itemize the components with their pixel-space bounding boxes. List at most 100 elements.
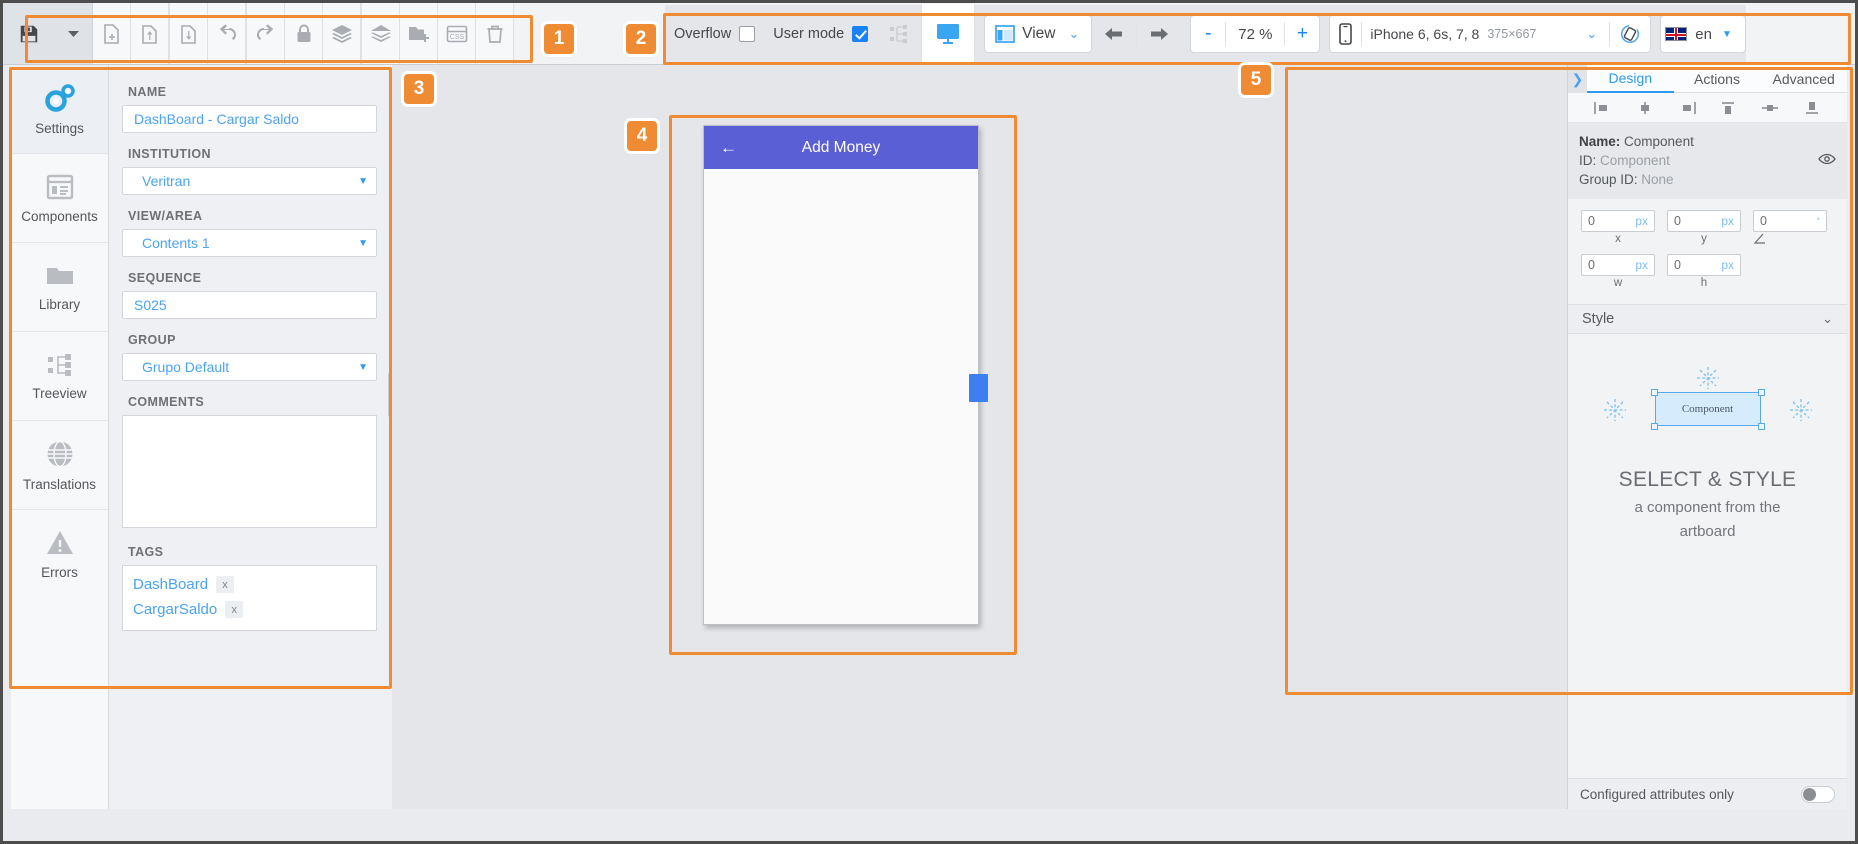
sidebar-label-library: Library [39,297,80,312]
language-selector[interactable]: en ▼ [1660,15,1746,53]
tab-design[interactable]: Design [1587,65,1674,93]
align-right-icon[interactable] [1677,101,1697,115]
device-resolution: 375×667 [1487,27,1546,41]
sidebar-item-settings[interactable]: Settings [11,65,108,154]
x-input[interactable]: 0 px [1581,210,1655,232]
layers-button[interactable] [323,3,361,64]
warning-triangle-icon [45,529,75,557]
name-input[interactable]: DashBoard - Cargar Saldo [122,105,377,133]
zoom-in-button[interactable]: + [1285,16,1319,52]
y-unit: px [1721,214,1734,228]
align-left-icon[interactable] [1593,101,1613,115]
align-top-icon[interactable] [1718,101,1738,115]
device-chevron-down-icon[interactable]: ⌄ [1574,26,1609,42]
visibility-toggle[interactable] [1818,153,1836,165]
institution-select[interactable]: Veritran ▼ [122,167,377,195]
overflow-checkbox-wrap[interactable]: Overflow [665,26,764,42]
save-dropdown-button[interactable] [55,3,93,64]
component-id-row: ID: Component [1579,151,1836,170]
view-area-caret-down-icon[interactable]: ▼ [358,238,368,249]
x-value: 0 [1588,214,1595,228]
align-bottom-icon[interactable] [1802,101,1822,115]
w-input[interactable]: 0 px [1581,254,1655,276]
comments-textarea[interactable] [122,415,377,528]
css-button[interactable]: CSS [438,3,476,64]
zoom-out-button[interactable]: - [1191,16,1225,52]
device-icon-wrap[interactable] [1330,16,1361,52]
rotate-device-icon [1619,23,1641,45]
save-button[interactable] [3,3,55,64]
redo-button[interactable] [1137,5,1181,63]
export-button[interactable] [170,3,208,64]
sidebar-item-errors[interactable]: Errors [11,510,108,599]
redo-history-button[interactable] [247,3,285,64]
tab-actions[interactable]: Actions [1674,65,1761,93]
svg-text:CSS: CSS [449,34,464,41]
inspector-collapse-button[interactable]: ❯ [1568,65,1587,93]
artboard[interactable]: ← Add Money [703,125,979,625]
user-mode-checkbox[interactable] [852,26,868,42]
align-center-horizontal-icon[interactable] [1635,101,1655,115]
properties-panel: NAME DashBoard - Cargar Saldo INSTITUTIO… [109,65,392,809]
sidebar-item-translations[interactable]: Translations [11,421,108,510]
folder-add-button[interactable] [400,3,438,64]
view-controls-group: Overflow User mode [665,5,1746,63]
user-mode-checkbox-wrap[interactable]: User mode [764,26,877,42]
configured-attributes-toggle[interactable] [1801,786,1835,803]
tree-structure-icon [888,24,910,44]
view-area-value: Contents 1 [134,235,358,251]
group-caret-down-icon[interactable]: ▼ [358,362,368,373]
tag-remove-icon[interactable]: x [225,601,243,618]
style-section-header[interactable]: Style ⌄ [1568,304,1847,334]
view-dropdown-inner[interactable]: View ⌄ [985,16,1091,52]
lock-icon [295,23,313,45]
institution-caret-down-icon[interactable]: ▼ [358,176,368,187]
sidebar-item-library[interactable]: Library [11,243,108,332]
configured-attributes-label: Configured attributes only [1580,787,1734,802]
align-middle-vertical-icon[interactable] [1760,101,1780,115]
view-area-select[interactable]: Contents 1 ▼ [122,229,377,257]
x-field-cell: 0 px x [1581,210,1655,252]
sequence-input[interactable]: S025 [122,291,377,319]
chevron-down-icon[interactable]: ⌄ [1822,311,1833,327]
tag-item[interactable]: CargarSaldo x [123,597,376,622]
tag-item[interactable]: DashBoard x [123,572,376,597]
sidebar-item-treeview[interactable]: Treeview [11,332,108,421]
new-file-button[interactable] [93,3,131,64]
device-selector[interactable]: iPhone 6, 6s, 7, 8 375×667 ⌄ [1329,15,1651,53]
layers-stack-button[interactable] [362,3,400,64]
overflow-checkbox[interactable] [739,26,755,42]
zoom-control[interactable]: - 72 % + [1190,15,1320,53]
import-button[interactable] [131,3,169,64]
design-canvas[interactable]: ← Add Money [392,65,1567,809]
rotate-device-button[interactable] [1610,16,1650,52]
artboard-body[interactable] [704,169,978,602]
tree-structure-button[interactable] [877,5,921,63]
desktop-preview-button[interactable] [921,4,975,64]
h-input[interactable]: 0 px [1667,254,1741,276]
artboard-resize-handle[interactable] [969,374,988,402]
sidebar-item-components[interactable]: Components [11,154,108,243]
tag-remove-icon[interactable]: x [216,576,234,593]
zoom-value[interactable]: 72 % [1226,26,1284,43]
geometry-row-1: 0 px x 0 px y 0 ° [1581,210,1834,254]
delete-button[interactable] [476,3,514,64]
sequence-value: S025 [134,297,368,313]
group-select[interactable]: Grupo Default ▼ [122,353,377,381]
y-input[interactable]: 0 px [1667,210,1741,232]
angle-input[interactable]: 0 ° [1753,210,1827,232]
treeview-icon [46,352,74,378]
undo-history-button[interactable] [208,3,246,64]
uk-flag-icon [1665,27,1687,41]
comments-label: COMMENTS [128,395,377,409]
artboard-title: Add Money [802,139,880,157]
placeholder-component-box: Component [1655,392,1761,426]
lock-button[interactable] [285,3,323,64]
empty-state-illustration: Component [1593,364,1823,456]
alignment-toolbar [1568,93,1847,123]
tab-advanced[interactable]: Advanced [1760,65,1847,93]
undo-button[interactable] [1092,5,1136,63]
back-arrow-icon[interactable]: ← [720,138,737,158]
view-dropdown[interactable]: View ⌄ [984,15,1092,53]
language-caret-down-icon[interactable]: ▼ [1722,29,1741,40]
